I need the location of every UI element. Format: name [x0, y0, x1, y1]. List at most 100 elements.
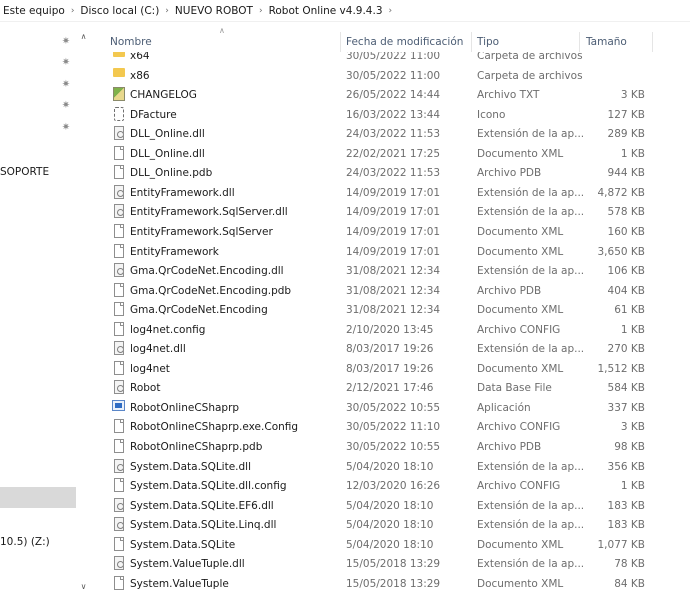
- pin-icon[interactable]: ✷: [60, 36, 72, 48]
- file-type: Extensión de la ap...: [477, 460, 585, 473]
- breadcrumb-item[interactable]: Robot Online v4.9.4.3: [268, 5, 384, 17]
- chevron-right-icon[interactable]: ›: [160, 6, 174, 16]
- file-icon: [114, 145, 124, 160]
- file-icon: [114, 223, 124, 238]
- breadcrumb-item[interactable]: Este equipo: [2, 5, 66, 17]
- file-row[interactable]: EntityFramework.SqlServer.dll 14/09/2019 …: [91, 204, 690, 224]
- column-header-date[interactable]: Fecha de modificación: [346, 36, 463, 48]
- file-type: Archivo PDB: [477, 441, 542, 453]
- file-name: CHANGELOG: [130, 89, 197, 102]
- file-row[interactable]: RobotOnlineCShaprp.pdb 30/05/2022 10:55 Ar…: [91, 439, 690, 459]
- pin-icon[interactable]: ✷: [60, 79, 72, 91]
- file-size: 183 KB: [607, 499, 645, 512]
- scroll-down-icon[interactable]: ∨: [76, 580, 91, 594]
- file-row[interactable]: log4net 8/03/2017 19:26 Documento XML 1,512…: [91, 360, 690, 381]
- navigation-pane[interactable]: ✷ ✷ ✷ ✷ ✷ SOPORTE 10.5) (Z:): [0, 22, 76, 599]
- dll-file-icon: [114, 126, 124, 141]
- file-row[interactable]: System.Data.SQLite.dll.config 12/03/2020 …: [91, 478, 690, 498]
- file-row[interactable]: CHANGELOG 26/05/2022 14:44 Archivo TXT 3 KB: [91, 87, 690, 107]
- file-size: 356 KB: [607, 460, 645, 473]
- file-name: log4net.config: [130, 323, 206, 336]
- dll-file-icon: [114, 184, 124, 199]
- file-name: DLL_Online.dll: [130, 147, 205, 160]
- file-type: Aplicación: [477, 401, 531, 414]
- file-name: Gma.QrCodeNet.Encoding.dll: [130, 265, 284, 278]
- file-row[interactable]: RobotOnlineCShaprp.exe.Config 30/05/2022 …: [91, 419, 690, 439]
- file-type: Extensión de la ap...: [477, 128, 585, 141]
- column-divider[interactable]: [652, 32, 653, 52]
- file-row[interactable]: Gma.QrCodeNet.Encoding 31/08/2021 12:34 Do…: [91, 302, 690, 322]
- file-size: 106 KB: [607, 265, 645, 278]
- file-row[interactable]: EntityFramework.SqlServer 14/09/2019 17:0…: [91, 223, 690, 244]
- file-name: log4net.dll: [130, 343, 186, 356]
- file-date: 5/04/2020 18:10: [346, 519, 434, 532]
- file-name: Gma.QrCodeNet.Encoding.pdb: [130, 284, 292, 297]
- pin-icon[interactable]: ✷: [60, 100, 72, 112]
- file-row[interactable]: EntityFramework 14/09/2019 17:01 Documento…: [91, 243, 690, 264]
- file-type: Documento XML: [477, 577, 564, 590]
- file-row[interactable]: Gma.QrCodeNet.Encoding.pdb 31/08/2021 12:…: [91, 282, 690, 303]
- file-row[interactable]: x86 30/05/2022 11:00 Carpeta de archivos: [91, 67, 690, 88]
- file-row[interactable]: DLL_Online.dll 22/02/2021 17:25 Documento …: [91, 145, 690, 166]
- file-date: 16/03/2022 13:44: [346, 108, 441, 121]
- file-name: System.Data.SQLite.dll: [130, 460, 252, 473]
- file-date: 24/03/2022 11:53: [346, 128, 441, 141]
- file-icon: [114, 478, 124, 493]
- column-divider[interactable]: [340, 32, 341, 52]
- nav-item-selected[interactable]: [0, 487, 76, 508]
- dll-file-icon: [114, 458, 124, 473]
- file-size: 61 KB: [614, 304, 645, 317]
- column-header-name[interactable]: Nombre: [110, 36, 152, 48]
- scroll-up-icon[interactable]: ∧: [76, 30, 91, 44]
- file-icon: [114, 419, 124, 434]
- file-row[interactable]: log4net.config 2/10/2020 13:45 Archivo CON…: [91, 321, 690, 342]
- file-row[interactable]: Robot 2/12/2021 17:46 Data Base File 584 KB: [91, 380, 690, 400]
- file-type: Archivo CONFIG: [477, 323, 561, 336]
- file-row[interactable]: DLL_Online.pdb 24/03/2022 11:53 Archivo PD…: [91, 165, 690, 185]
- nav-item-soporte[interactable]: SOPORTE: [0, 166, 49, 178]
- file-size: 3 KB: [620, 89, 645, 102]
- breadcrumb-item[interactable]: NUEVO ROBOT: [174, 5, 254, 17]
- breadcrumb-item[interactable]: Disco local (C:): [79, 5, 160, 17]
- file-row[interactable]: System.Data.SQLite.EF6.dll 5/04/2020 18:1…: [91, 497, 690, 518]
- file-row[interactable]: Gma.QrCodeNet.Encoding.dll 31/08/2021 12:…: [91, 263, 690, 283]
- file-type: Archivo TXT: [477, 89, 540, 102]
- file-row[interactable]: log4net.dll 8/03/2017 19:26 Extensión de l…: [91, 341, 690, 361]
- file-date: 30/05/2022 10:55: [346, 441, 441, 453]
- file-date: 8/03/2017 19:26: [346, 362, 434, 375]
- chevron-right-icon[interactable]: ›: [384, 6, 398, 16]
- file-date: 15/05/2018 13:29: [346, 577, 441, 590]
- file-row[interactable]: EntityFramework.dll 14/09/2019 17:01 Exten…: [91, 184, 690, 205]
- dll-file-icon: [114, 517, 124, 532]
- file-icon: [114, 536, 124, 551]
- file-size: 84 KB: [614, 577, 645, 590]
- file-row[interactable]: DLL_Online.dll 24/03/2022 11:53 Extensión …: [91, 126, 690, 146]
- file-row[interactable]: System.ValueTuple 15/05/2018 13:29 Documen…: [91, 575, 690, 596]
- column-divider[interactable]: [471, 32, 472, 52]
- nav-scrollbar[interactable]: ∧ ∨: [76, 22, 91, 599]
- file-row[interactable]: DFacture 16/03/2022 13:44 Icono 127 KB: [91, 106, 690, 127]
- file-date: 31/08/2021 12:34: [346, 304, 441, 317]
- column-header-type[interactable]: Tipo: [477, 36, 499, 48]
- file-row[interactable]: System.ValueTuple.dll 15/05/2018 13:29 Ext…: [91, 556, 690, 576]
- file-row[interactable]: System.Data.SQLite 5/04/2020 18:10 Documen…: [91, 536, 690, 557]
- file-row[interactable]: System.Data.SQLite.dll 5/04/2020 18:10 Ext…: [91, 458, 690, 479]
- file-icon: [114, 282, 124, 297]
- nav-item-drive[interactable]: 10.5) (Z:): [0, 536, 50, 548]
- pin-icon[interactable]: ✷: [60, 57, 72, 69]
- chevron-right-icon[interactable]: ›: [254, 6, 268, 16]
- file-name: EntityFramework.SqlServer: [130, 225, 273, 238]
- dll-file-icon: [114, 380, 124, 395]
- column-divider[interactable]: [579, 32, 580, 52]
- file-date: 26/05/2022 14:44: [346, 89, 441, 102]
- file-icon: [114, 575, 124, 590]
- file-row[interactable]: x64 30/05/2022 11:00 Carpeta de archivos: [91, 52, 690, 68]
- file-date: 24/03/2022 11:53: [346, 167, 441, 180]
- file-size: 404 KB: [607, 284, 645, 297]
- column-header-size[interactable]: Tamaño: [586, 36, 627, 48]
- chevron-right-icon[interactable]: ›: [66, 6, 80, 16]
- file-name: DFacture: [130, 108, 177, 121]
- file-row[interactable]: System.Data.SQLite.Linq.dll 5/04/2020 18:…: [91, 517, 690, 537]
- file-row[interactable]: RobotOnlineCShaprp 30/05/2022 10:55 Aplica…: [91, 399, 690, 420]
- pin-icon[interactable]: ✷: [60, 122, 72, 134]
